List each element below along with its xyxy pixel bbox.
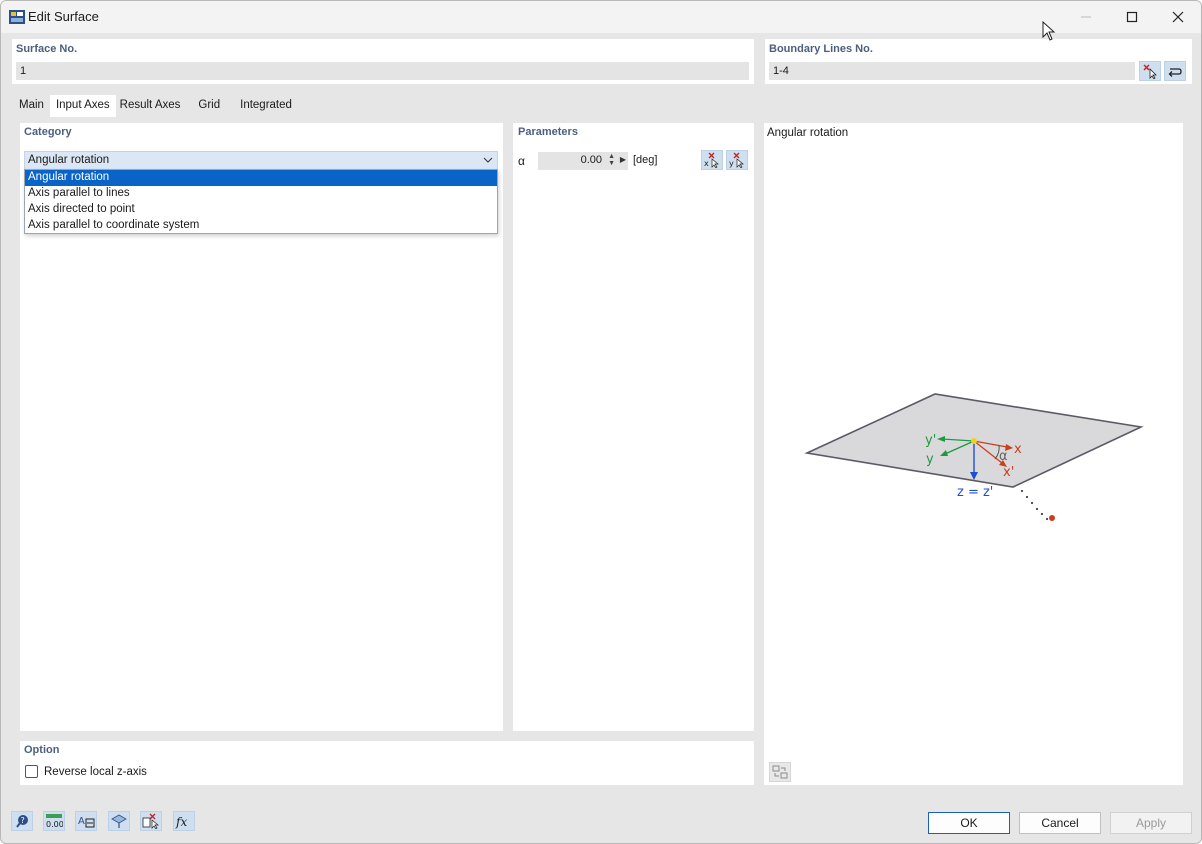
category-select[interactable]: Angular rotation	[24, 151, 498, 170]
reverse-order-button[interactable]	[1164, 61, 1186, 81]
surface-no-label: Surface No.	[16, 43, 78, 55]
formula-icon: fx	[175, 815, 187, 829]
units-icon: 0.00	[46, 814, 63, 829]
dropdown-option-axis-parallel-to-coordinate-system[interactable]: Axis parallel to coordinate system	[25, 218, 497, 234]
spin-right-arrow-icon[interactable]: ▶	[620, 155, 626, 164]
tab-main[interactable]: Main	[13, 95, 50, 117]
svg-text:fx: fx	[175, 815, 187, 829]
dropdown-option-axis-parallel-to-lines[interactable]: Axis parallel to lines	[25, 186, 497, 202]
label-alpha: α	[999, 449, 1008, 464]
chevron-down-icon	[483, 157, 493, 163]
dropdown-option-angular-rotation[interactable]: Angular rotation	[25, 170, 497, 186]
formula-button[interactable]: fx	[173, 811, 195, 831]
dropdown-option-axis-directed-to-point[interactable]: Axis directed to point	[25, 202, 497, 218]
help-button[interactable]: ?	[11, 811, 33, 831]
title-bar: Edit Surface	[1, 1, 1201, 33]
tab-result-axes[interactable]: Result Axes	[116, 95, 187, 117]
option-label: Option	[24, 744, 60, 756]
app-icon	[9, 10, 25, 24]
tab-strip: Main Input Axes Result Axes Grid Integra…	[13, 95, 298, 117]
pick-cursor-icon	[1143, 64, 1157, 79]
spin-up-down-icon[interactable]: ▲ ▼	[608, 153, 615, 167]
boundary-lines-panel: Boundary Lines No. 1-4	[765, 39, 1192, 84]
close-icon	[1172, 11, 1184, 23]
tab-grid[interactable]: Grid	[186, 95, 226, 117]
select-icon	[142, 813, 159, 829]
mouse-cursor-icon	[1042, 21, 1056, 41]
dotted-line-to-point	[1020, 489, 1049, 521]
option-panel: Option Reverse local z-axis	[20, 741, 754, 785]
boundary-lines-label: Boundary Lines No.	[769, 43, 873, 55]
svg-text:?: ?	[21, 816, 25, 825]
label-y: y	[926, 452, 934, 467]
pick-y-axis-button[interactable]: y	[726, 150, 748, 170]
alpha-value: 0.00	[580, 154, 602, 166]
svg-text:x: x	[704, 159, 709, 168]
svg-text:y: y	[729, 159, 734, 168]
pick-y-axis-icon: y	[729, 152, 744, 168]
edit-surface-dialog: Edit Surface Surface No. 1 Boundary Line…	[0, 0, 1202, 844]
refresh-view-button[interactable]	[769, 762, 791, 782]
label-z: z = z'	[957, 485, 993, 500]
maximize-button[interactable]	[1109, 1, 1155, 33]
parameters-panel: Parameters α [deg] x y	[513, 123, 754, 731]
alpha-unit: [deg]	[633, 154, 658, 166]
apply-button[interactable]: Apply	[1110, 812, 1192, 834]
alpha-symbol: α	[518, 154, 525, 168]
maximize-icon	[1126, 11, 1138, 23]
pick-x-axis-icon: x	[704, 152, 719, 168]
reverse-z-axis-checkbox[interactable]	[25, 765, 38, 778]
pick-lines-button[interactable]	[1139, 61, 1161, 81]
target-point	[1049, 515, 1055, 521]
close-button[interactable]	[1155, 1, 1201, 33]
minimize-icon	[1081, 16, 1091, 18]
surface-no-input[interactable]: 1	[16, 62, 749, 80]
reverse-z-axis-label: Reverse local z-axis	[44, 766, 147, 778]
svg-text:A: A	[78, 816, 85, 827]
refresh-view-icon	[772, 765, 788, 779]
category-dropdown-list: Angular rotation Axis parallel to lines …	[24, 169, 498, 234]
origin-point	[971, 438, 977, 444]
category-select-value: Angular rotation	[28, 154, 110, 166]
label-y-prime: y'	[925, 433, 936, 448]
tab-input-axes[interactable]: Input Axes	[49, 95, 116, 117]
pick-x-axis-button[interactable]: x	[701, 150, 723, 170]
surface-no-panel: Surface No. 1	[12, 39, 754, 84]
text-edit-icon: A	[78, 816, 95, 828]
parameters-label: Parameters	[518, 126, 578, 138]
boundary-lines-input[interactable]: 1-4	[769, 62, 1135, 80]
preview-panel: Angular rotation y' y x x' α z = z'	[764, 123, 1183, 785]
text-edit-button[interactable]: A	[75, 811, 97, 831]
view-button[interactable]	[108, 811, 130, 831]
alpha-spinbox[interactable]: 0.00 ▲ ▼ ▶	[538, 152, 628, 170]
units-button[interactable]: 0.00	[43, 811, 65, 831]
view-icon	[111, 814, 127, 828]
label-x: x	[1014, 442, 1022, 457]
help-icon: ?	[16, 815, 28, 828]
tab-integrated[interactable]: Integrated	[226, 95, 298, 117]
svg-text:0.00: 0.00	[46, 820, 63, 829]
select-button[interactable]	[140, 811, 162, 831]
category-label: Category	[24, 126, 72, 138]
return-arrow-icon	[1168, 68, 1182, 77]
minimize-button[interactable]	[1063, 1, 1109, 33]
axes-diagram: y' y x x' α z = z'	[804, 393, 1144, 521]
cancel-button[interactable]: Cancel	[1019, 812, 1101, 834]
window-title: Edit Surface	[28, 9, 99, 24]
ok-button[interactable]: OK	[928, 812, 1010, 834]
label-x-prime: x'	[1003, 465, 1014, 480]
